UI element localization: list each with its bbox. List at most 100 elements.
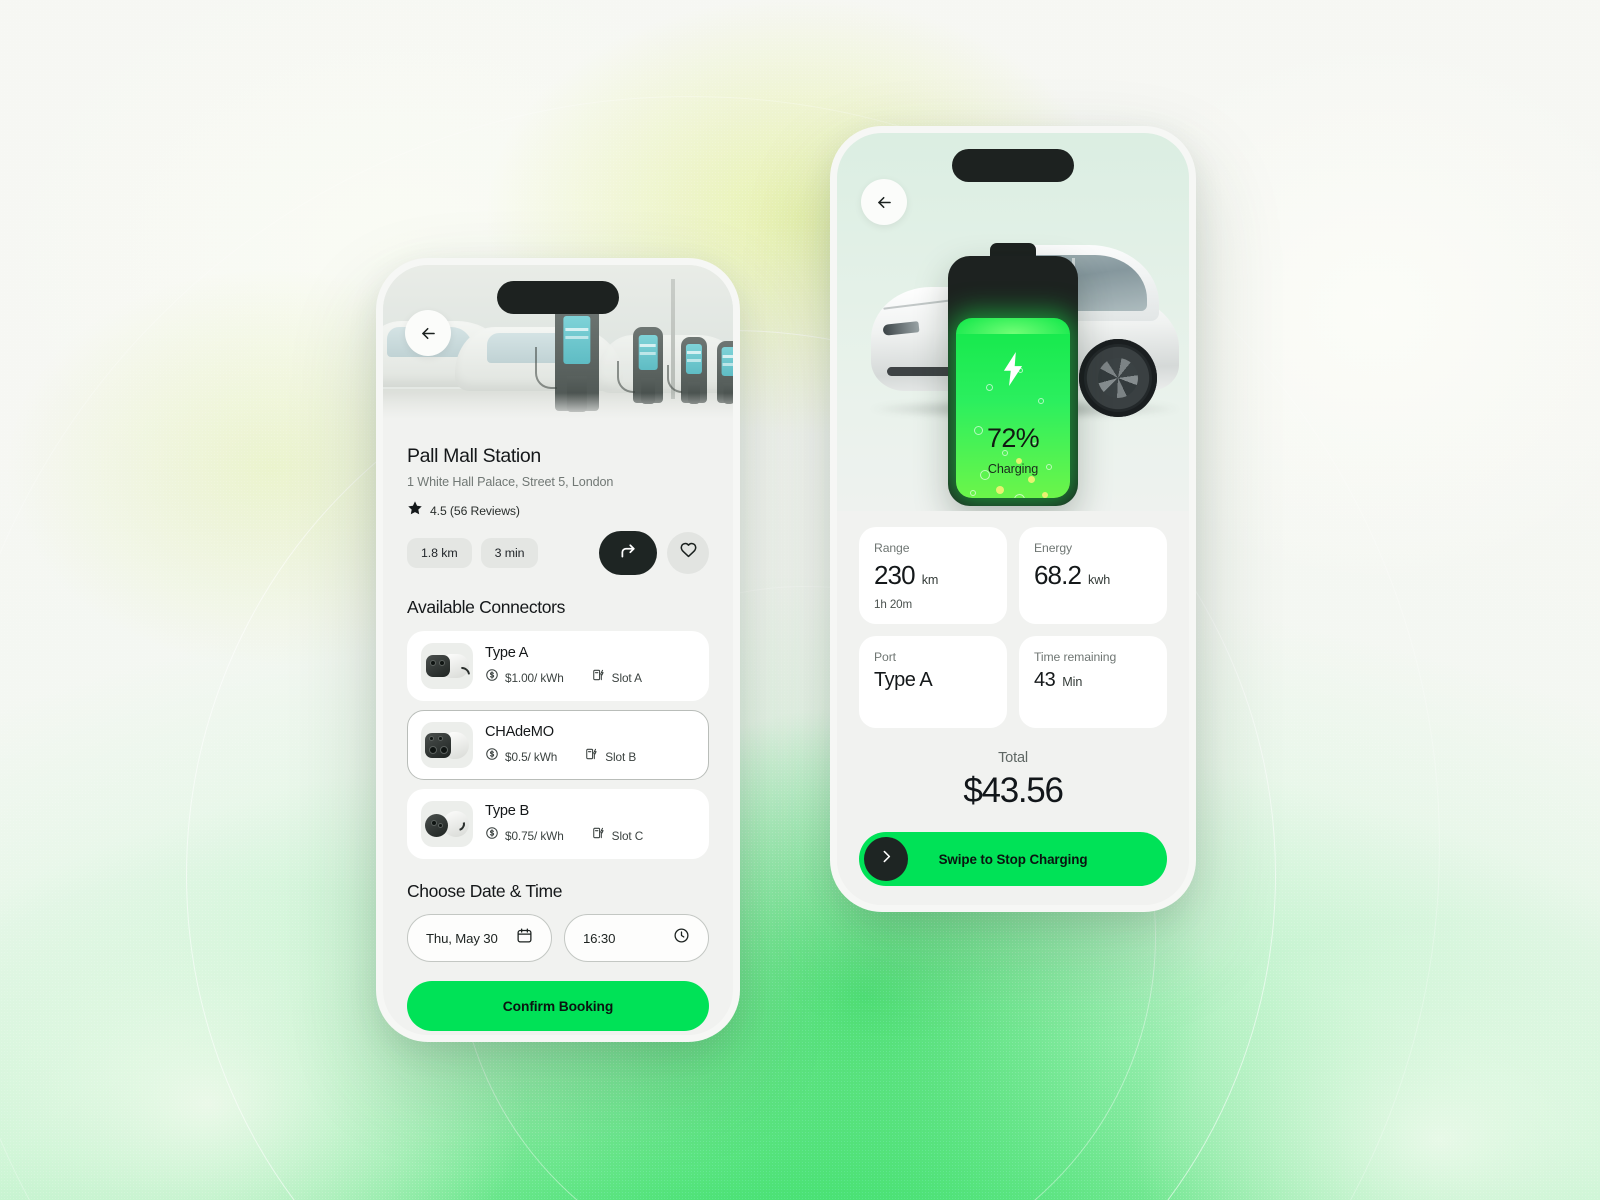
battery-percent: 72% <box>987 423 1040 453</box>
connector-info: Type B $0.75/ kWh Slot C <box>485 803 695 845</box>
stat-value-row: 68.2 kwh <box>1034 560 1152 591</box>
connector-info: CHAdeMO $0.5/ kWh Slot B <box>485 724 695 766</box>
hero-charger-1-screen <box>563 315 591 365</box>
list-item[interactable]: CHAdeMO $0.5/ kWh Slot B <box>407 710 709 780</box>
rating-row: 4.5 (56 Reviews) <box>407 500 709 521</box>
battery-shell: 72% Charging <box>948 256 1078 506</box>
stat-label: Port <box>874 650 896 664</box>
phone-charging-screen: 72% Charging Range 230 km 1h 20m Energy … <box>830 126 1196 912</box>
connector-price: $0.75/ kWh <box>485 826 564 845</box>
navigate-button[interactable] <box>599 531 657 575</box>
connector-slot-text: Slot B <box>605 749 637 764</box>
hero-bottom-fade <box>383 393 733 423</box>
star-icon <box>407 500 423 521</box>
directions-arrow-icon <box>618 540 639 566</box>
favorite-button[interactable] <box>667 532 709 574</box>
connector-thumbnail <box>421 801 473 847</box>
stat-label: Range <box>874 541 910 555</box>
bubble-filled <box>1028 476 1035 483</box>
calendar-icon <box>516 927 533 949</box>
connector-slot: Slot C <box>592 826 643 845</box>
date-value: Thu, May 30 <box>426 930 498 946</box>
stat-unit: Min <box>1062 675 1083 689</box>
stat-unit: km <box>921 573 939 587</box>
bubble <box>1014 494 1025 498</box>
stat-card-time-remaining: Time remaining 43 Min <box>1019 636 1167 728</box>
connector-price-text: $0.75/ kWh <box>505 828 564 843</box>
plug-body <box>425 814 448 837</box>
stat-value-row: 43 Min <box>1034 669 1152 692</box>
plug-pin <box>429 736 434 741</box>
total-label: Total <box>998 750 1028 766</box>
date-picker[interactable]: Thu, May 30 <box>407 914 552 962</box>
clock-icon <box>673 927 690 949</box>
confirm-booking-button[interactable]: Confirm Booking <box>407 981 709 1031</box>
stat-value: 230 <box>874 560 916 590</box>
arrow-left-icon <box>419 324 438 343</box>
stat-value: 43 <box>1034 669 1056 691</box>
bubble-filled <box>1042 492 1048 498</box>
bubble-filled <box>996 486 1004 494</box>
stat-value: Type A <box>874 669 933 691</box>
hero-charger-2-screen <box>638 334 658 370</box>
plug-pin <box>438 736 443 741</box>
connector-name: CHAdeMO <box>485 724 554 740</box>
phone-booking-screen: Pall Mall Station 1 White Hall Palace, S… <box>376 258 740 1042</box>
dynamic-island-notch <box>952 149 1074 182</box>
stat-value-row: 230 km <box>874 560 992 591</box>
list-item[interactable]: Type B $0.75/ kWh Slot C <box>407 789 709 859</box>
stat-label: Energy <box>1034 541 1073 555</box>
plug-pin <box>438 823 443 828</box>
battery-glow <box>956 318 1070 334</box>
back-button[interactable] <box>405 310 451 356</box>
connector-slot: Slot A <box>592 668 642 687</box>
plug-pin <box>429 746 437 754</box>
stat-card-range: Range 230 km 1h 20m <box>859 527 1007 624</box>
background-noise <box>0 0 1600 1200</box>
page-title: Pall Mall Station <box>407 445 541 467</box>
battery-fill: 72% Charging <box>956 318 1070 498</box>
car-wheel-hub <box>1097 357 1139 399</box>
datetime-row: Thu, May 30 16:30 <box>407 914 709 962</box>
plug-pin <box>440 746 448 754</box>
dollar-circle-icon <box>485 747 499 766</box>
connector-list: Type A $1.00/ kWh Slot A CHAdeMO $0.5/ k… <box>407 631 709 859</box>
back-button[interactable] <box>861 179 907 225</box>
bubble <box>986 384 993 391</box>
stats-grid: Range 230 km 1h 20m Energy 68.2 kwh Port… <box>859 527 1167 728</box>
heart-icon <box>679 541 698 565</box>
datetime-title: Choose Date & Time <box>407 881 563 901</box>
booking-content: Pall Mall Station 1 White Hall Palace, S… <box>383 423 733 1035</box>
connector-meta: $1.00/ kWh Slot A <box>485 668 695 687</box>
connector-meta: $0.5/ kWh Slot B <box>485 747 695 766</box>
bubble <box>1038 398 1044 404</box>
plug-pin <box>430 660 436 666</box>
hero-charger-4-screen <box>721 347 733 376</box>
charging-content: Range 230 km 1h 20m Energy 68.2 kwh Port… <box>837 511 1189 905</box>
plug-pin <box>439 660 445 666</box>
stat-value-row: Type A <box>874 669 992 692</box>
distance-pill: 1.8 km <box>407 538 472 568</box>
plug-body <box>426 655 450 677</box>
bubble <box>1018 368 1023 373</box>
connector-price-text: $1.00/ kWh <box>505 670 564 685</box>
stat-value: 68.2 <box>1034 560 1082 590</box>
swipe-label: Swipe to Stop Charging <box>938 851 1088 867</box>
rating-text: 4.5 (56 Reviews) <box>430 503 520 518</box>
plug-pin <box>431 820 437 826</box>
time-picker[interactable]: 16:30 <box>564 914 709 962</box>
car-wheel <box>1079 339 1157 417</box>
stat-card-port: Port Type A <box>859 636 1007 728</box>
total-amount: $43.56 <box>963 771 1064 810</box>
stat-label: Time remaining <box>1034 650 1117 664</box>
lightning-bolt-icon <box>999 352 1027 391</box>
charging-station-icon <box>592 668 606 687</box>
list-item[interactable]: Type A $1.00/ kWh Slot A <box>407 631 709 701</box>
connector-thumbnail <box>421 722 473 768</box>
total-section: Total $43.56 <box>859 750 1167 811</box>
connector-slot: Slot B <box>585 747 636 766</box>
connector-price-text: $0.5/ kWh <box>505 749 558 764</box>
swipe-to-stop-charging[interactable]: Swipe to Stop Charging <box>859 832 1167 886</box>
connector-meta: $0.75/ kWh Slot C <box>485 826 695 845</box>
connector-price: $0.5/ kWh <box>485 747 557 766</box>
